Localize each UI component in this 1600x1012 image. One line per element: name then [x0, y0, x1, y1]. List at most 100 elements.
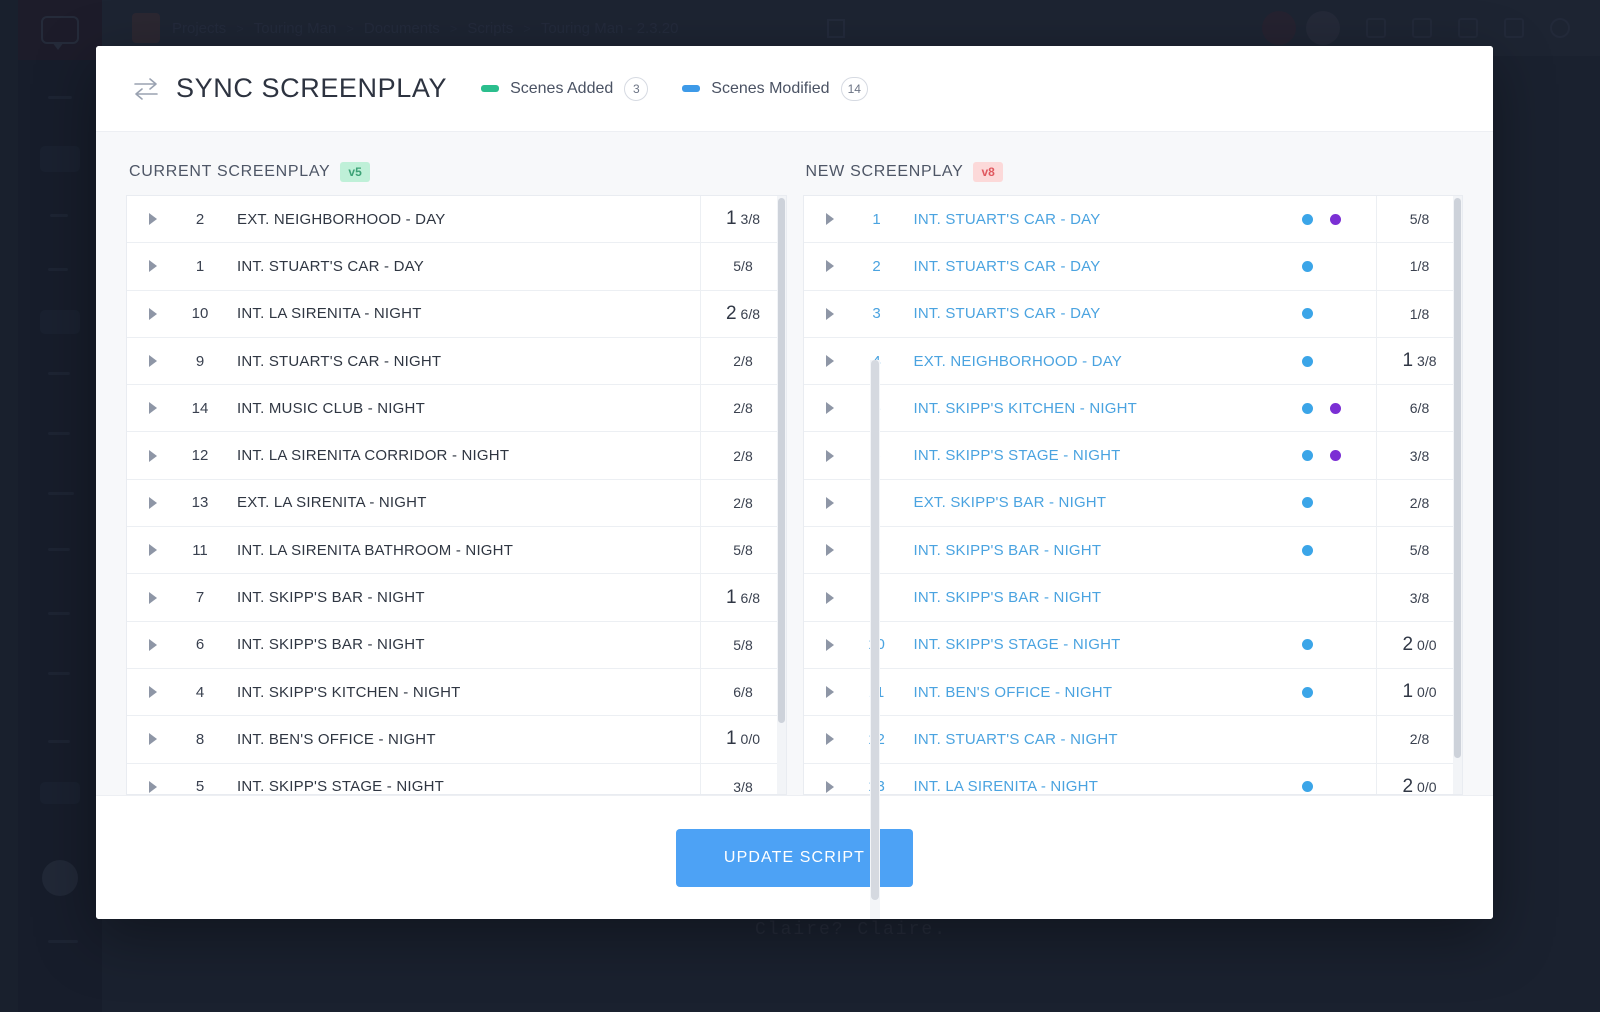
scene-heading[interactable]: INT. SKIPP'S BAR - NIGHT: [898, 542, 1267, 559]
scene-heading[interactable]: INT. STUART'S CAR - DAY: [898, 258, 1267, 275]
scene-length: 5/8: [700, 243, 786, 289]
current-list-scrollbar[interactable]: [777, 196, 786, 794]
scene-row[interactable]: 2INT. STUART'S CAR - DAY1/8: [804, 243, 1463, 290]
scene-length-fraction: 3/8: [1410, 590, 1429, 606]
scene-row[interactable]: 12INT. STUART'S CAR - NIGHT2/8: [804, 716, 1463, 763]
scene-row[interactable]: 10INT. LA SIRENITA - NIGHT26/8: [127, 291, 786, 338]
scene-row[interactable]: 14INT. MUSIC CLUB - NIGHT2/8: [127, 385, 786, 432]
scene-heading[interactable]: INT. SKIPP'S BAR - NIGHT: [898, 589, 1267, 606]
scene-heading[interactable]: EXT. NEIGHBORHOOD - DAY: [898, 353, 1267, 370]
scene-row[interactable]: 6INT. SKIPP'S STAGE - NIGHT3/8: [804, 432, 1463, 479]
scene-row[interactable]: 4INT. SKIPP'S KITCHEN - NIGHT6/8: [127, 669, 786, 716]
expand-scene-button[interactable]: [804, 308, 856, 320]
scene-heading[interactable]: INT. SKIPP'S STAGE - NIGHT: [898, 447, 1267, 464]
expand-scene-button[interactable]: [804, 639, 856, 651]
expand-scene-button[interactable]: [127, 402, 179, 414]
scene-heading[interactable]: INT. STUART'S CAR - DAY: [898, 305, 1267, 322]
scene-heading[interactable]: EXT. NEIGHBORHOOD - DAY: [221, 211, 700, 228]
expand-scene-button[interactable]: [804, 781, 856, 793]
scene-row[interactable]: 11INT. LA SIRENITA BATHROOM - NIGHT5/8: [127, 527, 786, 574]
scene-row[interactable]: 4EXT. NEIGHBORHOOD - DAY13/8: [804, 338, 1463, 385]
chevron-right-icon: [826, 308, 834, 320]
scene-length-fraction: 0/0: [1417, 684, 1436, 700]
scene-heading[interactable]: INT. STUART'S CAR - DAY: [221, 258, 700, 275]
scene-row[interactable]: 9INT. STUART'S CAR - NIGHT2/8: [127, 338, 786, 385]
expand-scene-button[interactable]: [804, 497, 856, 509]
scene-heading[interactable]: INT. SKIPP'S KITCHEN - NIGHT: [898, 400, 1267, 417]
current-list-scroll-thumb[interactable]: [778, 198, 785, 723]
scene-row[interactable]: 7INT. SKIPP'S BAR - NIGHT16/8: [127, 574, 786, 621]
scene-heading[interactable]: INT. BEN'S OFFICE - NIGHT: [221, 731, 700, 748]
scene-row[interactable]: 1INT. STUART'S CAR - DAY5/8: [804, 196, 1463, 243]
scene-row[interactable]: 6INT. SKIPP'S BAR - NIGHT5/8: [127, 622, 786, 669]
scene-row[interactable]: 5INT. SKIPP'S KITCHEN - NIGHT6/8: [804, 385, 1463, 432]
expand-scene-button[interactable]: [127, 355, 179, 367]
scene-length: 1/8: [1376, 243, 1462, 289]
scene-row[interactable]: 10INT. SKIPP'S STAGE - NIGHT20/0: [804, 622, 1463, 669]
scene-row[interactable]: 13EXT. LA SIRENITA - NIGHT2/8: [127, 480, 786, 527]
scene-length-fraction: 2/8: [733, 495, 752, 511]
scene-row[interactable]: 3INT. STUART'S CAR - DAY1/8: [804, 291, 1463, 338]
scene-heading[interactable]: INT. BEN'S OFFICE - NIGHT: [898, 684, 1267, 701]
expand-scene-button[interactable]: [127, 260, 179, 272]
new-list-scroll-thumb[interactable]: [1454, 198, 1461, 758]
new-scene-list[interactable]: 1INT. STUART'S CAR - DAY5/82INT. STUART'…: [803, 195, 1464, 795]
scene-row[interactable]: 8INT. BEN'S OFFICE - NIGHT10/0: [127, 716, 786, 763]
expand-scene-button[interactable]: [804, 355, 856, 367]
expand-scene-button[interactable]: [804, 213, 856, 225]
scene-heading[interactable]: INT. STUART'S CAR - DAY: [898, 211, 1267, 228]
scene-row[interactable]: 8INT. SKIPP'S BAR - NIGHT5/8: [804, 527, 1463, 574]
body-scrollbar[interactable]: [870, 360, 880, 919]
expand-scene-button[interactable]: [127, 781, 179, 793]
scene-heading[interactable]: INT. LA SIRENITA - NIGHT: [898, 778, 1267, 795]
scene-heading[interactable]: INT. STUART'S CAR - NIGHT: [221, 353, 700, 370]
scene-row[interactable]: 7EXT. SKIPP'S BAR - NIGHT2/8: [804, 480, 1463, 527]
scene-heading[interactable]: INT. MUSIC CLUB - NIGHT: [221, 400, 700, 417]
scene-heading[interactable]: INT. SKIPP'S BAR - NIGHT: [221, 589, 700, 606]
scene-heading[interactable]: EXT. SKIPP'S BAR - NIGHT: [898, 494, 1267, 511]
scene-row[interactable]: 11INT. BEN'S OFFICE - NIGHT10/0: [804, 669, 1463, 716]
expand-scene-button[interactable]: [127, 450, 179, 462]
new-list-scrollbar[interactable]: [1453, 196, 1462, 794]
expand-scene-button[interactable]: [127, 686, 179, 698]
expand-scene-button[interactable]: [127, 592, 179, 604]
new-panel-title: NEW SCREENPLAY: [806, 163, 964, 181]
expand-scene-button[interactable]: [127, 544, 179, 556]
scene-row[interactable]: 1INT. STUART'S CAR - DAY5/8: [127, 243, 786, 290]
scene-heading[interactable]: INT. SKIPP'S KITCHEN - NIGHT: [221, 684, 700, 701]
expand-scene-button[interactable]: [804, 686, 856, 698]
body-scroll-thumb[interactable]: [871, 360, 879, 900]
expand-scene-button[interactable]: [127, 733, 179, 745]
scene-heading[interactable]: INT. STUART'S CAR - NIGHT: [898, 731, 1267, 748]
expand-scene-button[interactable]: [804, 733, 856, 745]
expand-scene-button[interactable]: [127, 639, 179, 651]
scene-row[interactable]: 5INT. SKIPP'S STAGE - NIGHT3/8: [127, 764, 786, 795]
scene-row[interactable]: 12INT. LA SIRENITA CORRIDOR - NIGHT2/8: [127, 432, 786, 479]
expand-scene-button[interactable]: [804, 544, 856, 556]
scene-number: 6: [179, 636, 221, 653]
expand-scene-button[interactable]: [127, 213, 179, 225]
scene-heading[interactable]: INT. SKIPP'S STAGE - NIGHT: [898, 636, 1267, 653]
scene-heading[interactable]: INT. SKIPP'S BAR - NIGHT: [221, 636, 700, 653]
expand-scene-button[interactable]: [804, 450, 856, 462]
current-scene-list[interactable]: 2EXT. NEIGHBORHOOD - DAY13/81INT. STUART…: [126, 195, 787, 795]
scene-row[interactable]: 13INT. LA SIRENITA - NIGHT20/0: [804, 764, 1463, 795]
expand-scene-button[interactable]: [127, 497, 179, 509]
scene-number: 8: [179, 731, 221, 748]
expand-scene-button[interactable]: [804, 402, 856, 414]
scene-length-fraction: 0/0: [1417, 779, 1436, 795]
scene-heading[interactable]: INT. LA SIRENITA CORRIDOR - NIGHT: [221, 447, 700, 464]
scene-row[interactable]: 9INT. SKIPP'S BAR - NIGHT3/8: [804, 574, 1463, 621]
scene-heading[interactable]: INT. LA SIRENITA - NIGHT: [221, 305, 700, 322]
scene-length: 10/0: [700, 716, 786, 762]
scene-row[interactable]: 2EXT. NEIGHBORHOOD - DAY13/8: [127, 196, 786, 243]
scene-number: 3: [856, 305, 898, 322]
expand-scene-button[interactable]: [127, 308, 179, 320]
scene-length-fraction: 5/8: [1410, 211, 1429, 227]
expand-scene-button[interactable]: [804, 260, 856, 272]
scene-length-fraction: 5/8: [733, 258, 752, 274]
scene-heading[interactable]: INT. SKIPP'S STAGE - NIGHT: [221, 778, 700, 795]
expand-scene-button[interactable]: [804, 592, 856, 604]
scene-heading[interactable]: EXT. LA SIRENITA - NIGHT: [221, 494, 700, 511]
scene-heading[interactable]: INT. LA SIRENITA BATHROOM - NIGHT: [221, 542, 700, 559]
